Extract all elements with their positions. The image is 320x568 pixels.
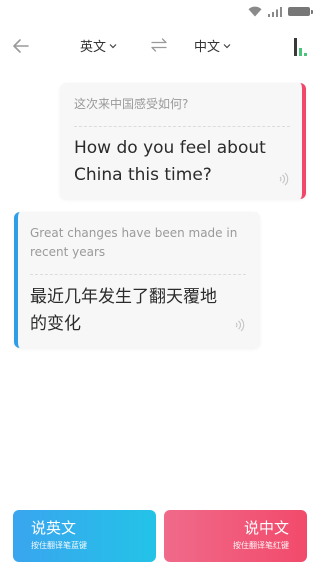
back-arrow-icon[interactable] xyxy=(10,35,32,57)
target-language-label: 中文 xyxy=(194,40,221,55)
speak-chinese-button[interactable]: 说中文 按住翻译笔红键 xyxy=(164,510,307,562)
original-text: Great changes have been made in recent y… xyxy=(30,226,238,259)
original-text: 这次来中国感受如何? xyxy=(74,97,189,111)
header: 英文 中文 xyxy=(0,30,320,62)
message-card-incoming: Great changes have been made in recent y… xyxy=(14,212,260,348)
chevron-down-icon xyxy=(109,43,117,48)
signal-icon xyxy=(268,6,282,17)
status-bar xyxy=(0,0,320,22)
translation-text: How do you feel about China this time? xyxy=(74,138,266,185)
speak-english-button[interactable]: 说英文 按住翻译笔蓝键 xyxy=(13,510,156,562)
chevron-down-icon xyxy=(223,43,231,48)
speak-chinese-label: 说中文 xyxy=(243,519,289,537)
divider xyxy=(74,126,290,127)
target-language-select[interactable]: 中文 xyxy=(194,36,231,55)
speak-english-hint: 按住翻译笔蓝键 xyxy=(31,541,87,550)
wifi-icon xyxy=(248,6,262,17)
source-language-select[interactable]: 英文 xyxy=(80,36,117,55)
status-icons xyxy=(248,6,313,17)
speaker-icon[interactable] xyxy=(278,172,290,186)
swap-arrows-icon[interactable] xyxy=(150,38,168,52)
speak-chinese-hint: 按住翻译笔红键 xyxy=(233,541,289,550)
bars-icon[interactable] xyxy=(294,36,308,56)
source-language-label: 英文 xyxy=(80,40,107,55)
speaker-icon[interactable] xyxy=(234,318,246,332)
speak-english-label: 说英文 xyxy=(31,519,77,537)
divider xyxy=(30,274,246,275)
translation-text: 最近几年发生了翻天覆地的变化 xyxy=(30,287,217,334)
message-card-outgoing: 这次来中国感受如何? How do you feel about China t… xyxy=(60,83,306,199)
battery-icon xyxy=(288,7,313,16)
